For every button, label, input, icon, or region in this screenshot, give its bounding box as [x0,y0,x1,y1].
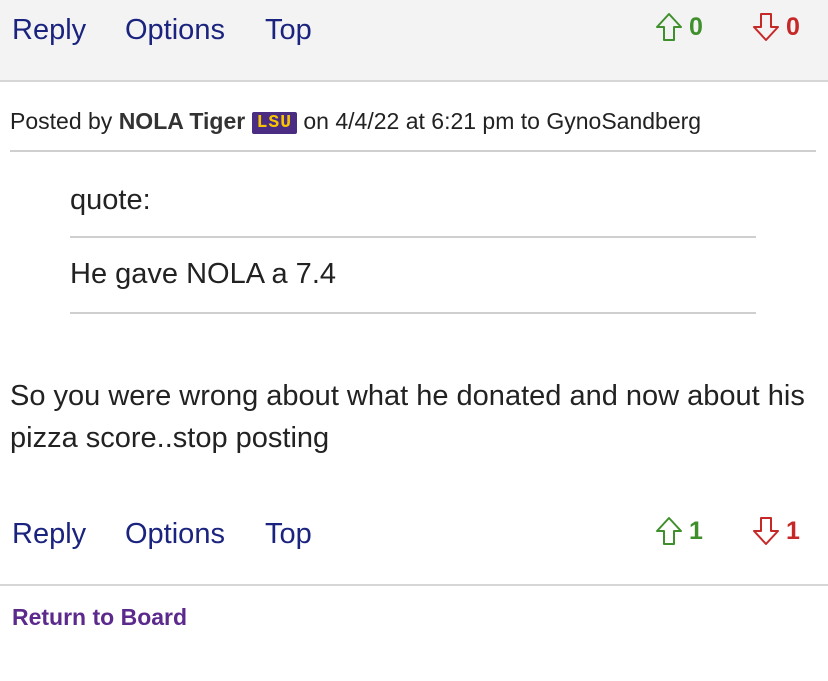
downvote-count: 0 [786,12,800,41]
arrow-up-icon [656,13,682,41]
upvote-count: 1 [689,516,703,545]
options-button[interactable]: Options [125,518,225,551]
top-action-bar: Reply Options Top 0 0 [0,0,828,82]
quote-label: quote: [70,184,151,216]
arrow-down-icon [753,13,779,41]
arrow-up-icon [656,517,682,545]
team-badge-icon: LSU [251,112,297,134]
downvote-button[interactable]: 0 [752,12,800,42]
top-button[interactable]: Top [265,518,312,551]
arrow-down-icon [753,517,779,545]
posted-by-prefix: Posted by [10,108,113,134]
upvote-button[interactable]: 0 [655,12,703,42]
post-body: So you were wrong about what he donated … [10,380,805,454]
reply-button[interactable]: Reply [12,518,86,551]
top-button[interactable]: Top [265,14,312,47]
downvote-button[interactable]: 1 [752,516,800,546]
upvote-count: 0 [689,12,703,41]
quote-text: He gave NOLA a 7.4 [70,258,336,290]
post-date-recipient: on 4/4/22 at 6:21 pm to GynoSandberg [303,108,702,134]
quote-divider-top [70,236,756,238]
upvote-button[interactable]: 1 [655,516,703,546]
meta-divider [10,150,816,152]
quote-divider-bottom [70,312,756,314]
author-name[interactable]: NOLA Tiger [119,108,246,134]
reply-button[interactable]: Reply [12,14,86,47]
return-to-board-link[interactable]: Return to Board [12,604,187,631]
downvote-count: 1 [786,516,800,545]
options-button[interactable]: Options [125,14,225,47]
bottom-action-bar: Reply Options Top 1 1 [0,504,828,586]
post-meta: Posted by NOLA Tiger LSU on 4/4/22 at 6:… [10,108,701,135]
